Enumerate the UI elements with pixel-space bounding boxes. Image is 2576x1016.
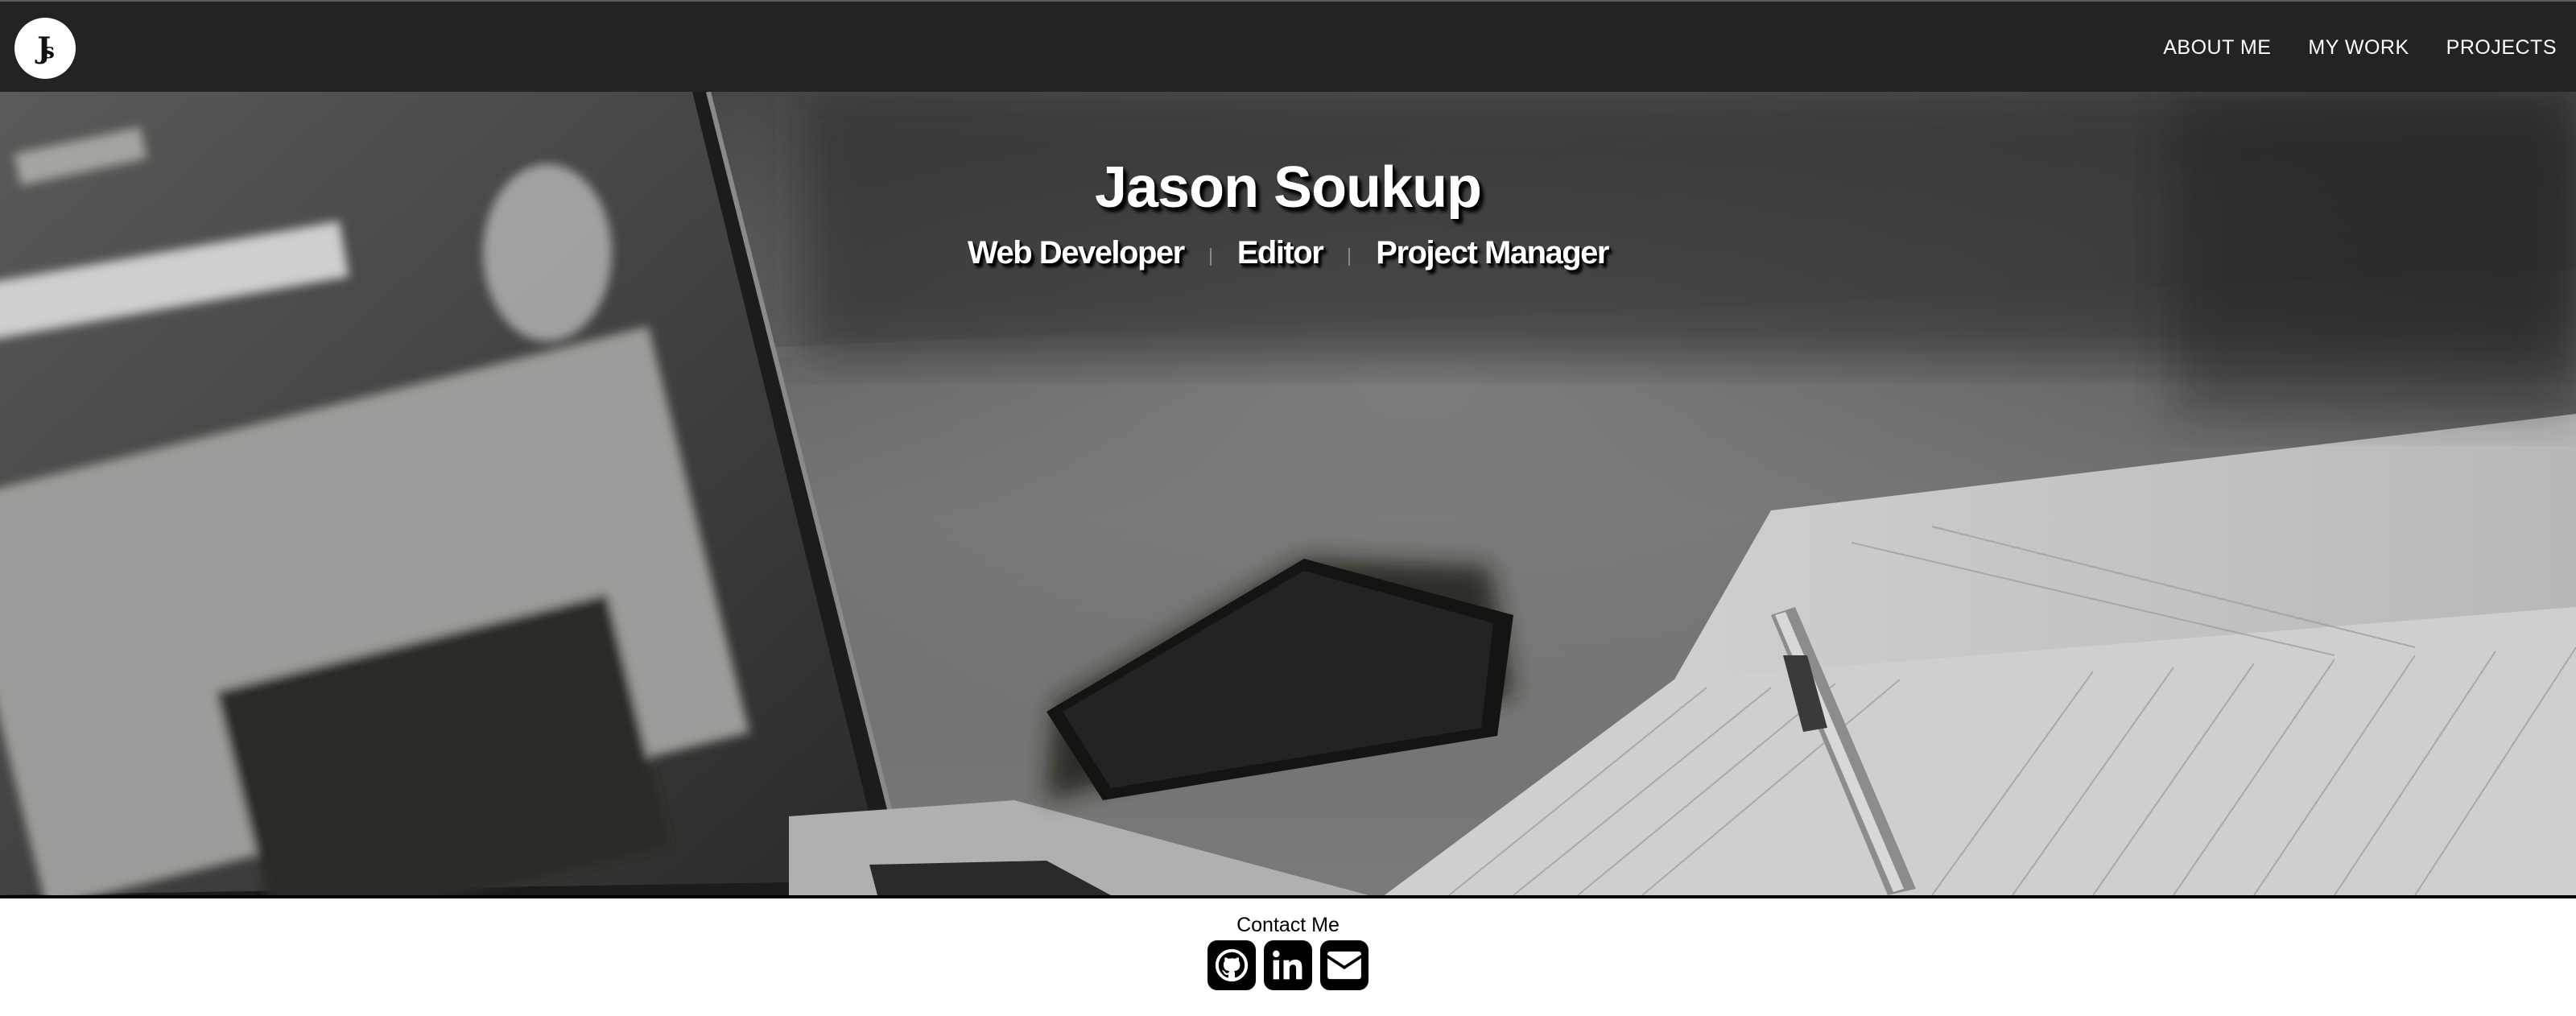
top-navbar: Js ABOUT ME MY WORK PROJECTS [0, 0, 2576, 92]
github-icon[interactable] [1208, 940, 1256, 990]
site-logo[interactable]: Js [14, 18, 76, 79]
hero-roles: Web Developer Editor Project Manager [0, 235, 2576, 271]
contact-title: Contact Me [1236, 914, 1340, 936]
role-divider [1209, 247, 1212, 266]
nav-projects[interactable]: PROJECTS [2446, 36, 2557, 60]
contact-section: Contact Me [0, 898, 2576, 1016]
role-divider [1348, 247, 1351, 266]
contact-icons [0, 940, 2576, 990]
hero-name: Jason Soukup [1094, 155, 1482, 220]
role-editor: Editor [1236, 235, 1324, 271]
mail-icon[interactable] [1320, 940, 1368, 990]
nav-about-me[interactable]: ABOUT ME [2163, 36, 2271, 60]
linkedin-icon[interactable] [1264, 940, 1312, 990]
role-project-manager: Project Manager [1376, 235, 1609, 271]
nav-my-work[interactable]: MY WORK [2308, 36, 2409, 60]
hero-banner: Jason Soukup Web Developer Editor Projec… [0, 92, 2576, 895]
nav-links: ABOUT ME MY WORK PROJECTS [2163, 2, 2576, 93]
role-web-developer: Web Developer [967, 235, 1185, 271]
